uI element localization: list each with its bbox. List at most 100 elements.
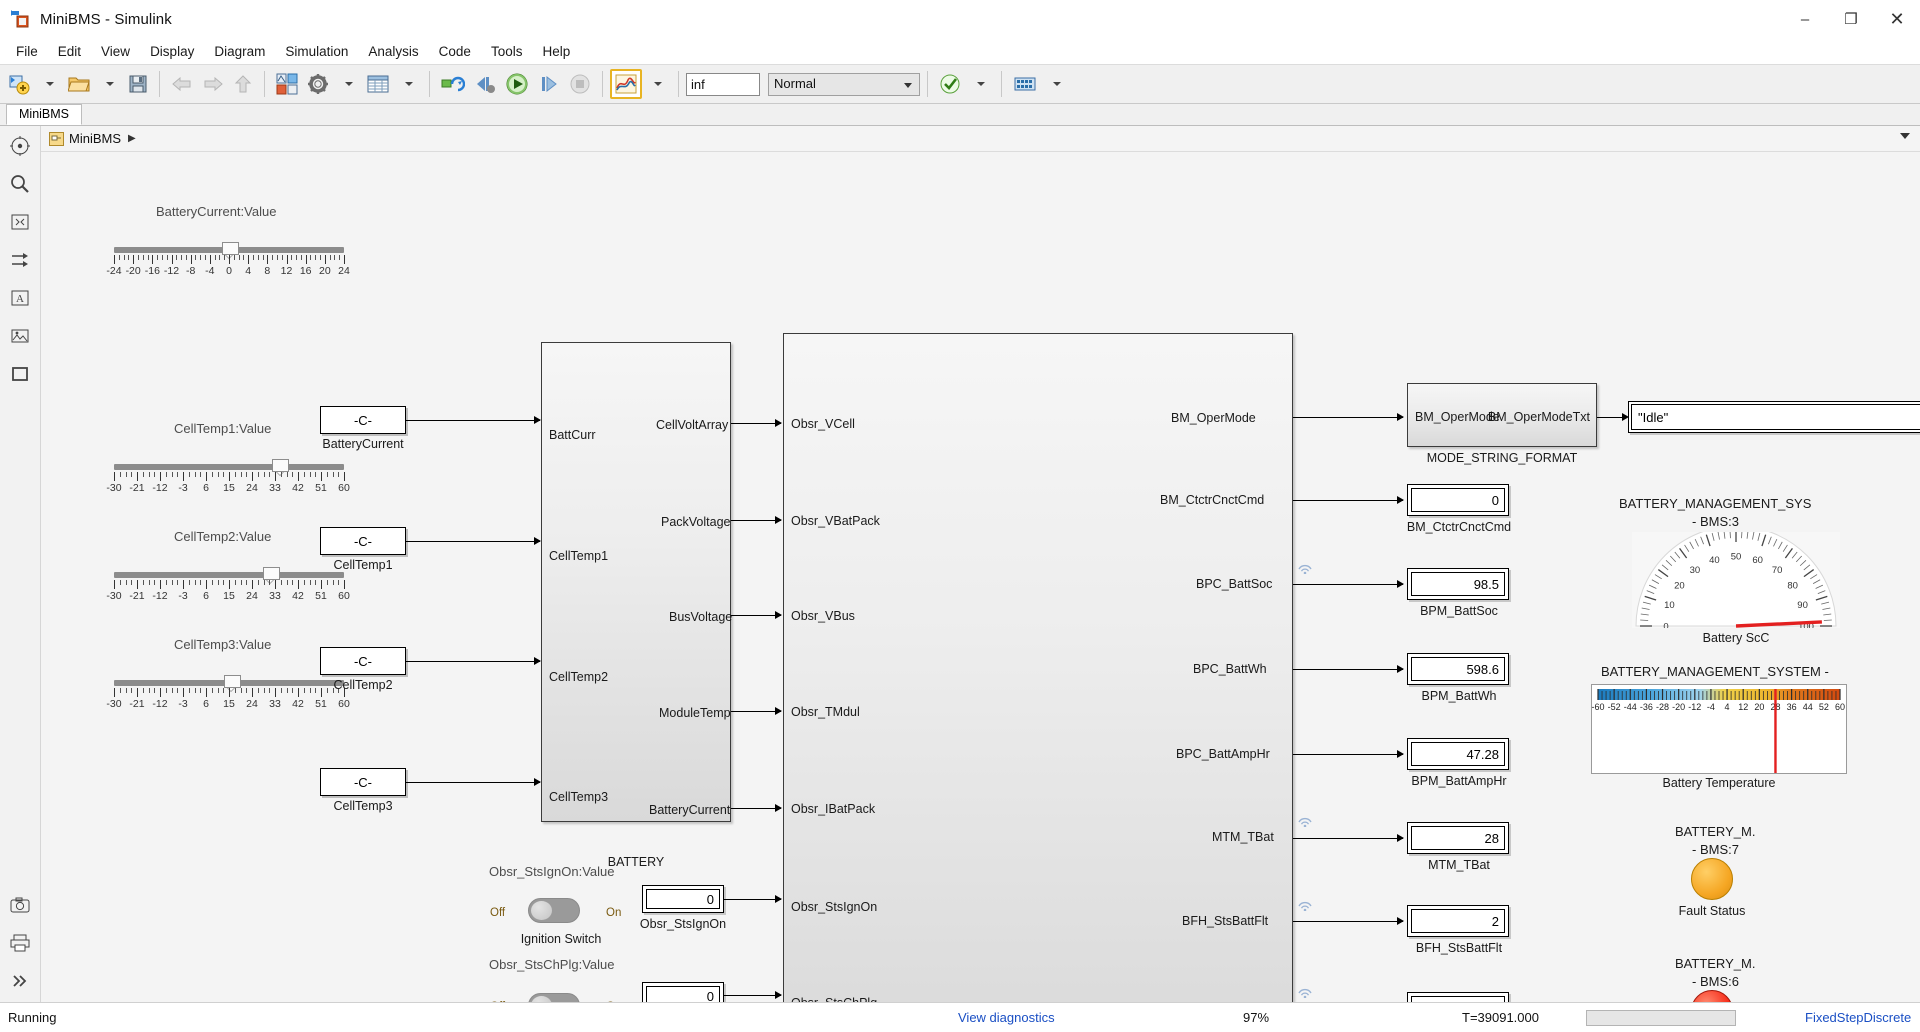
step-forward-button[interactable] <box>534 69 564 99</box>
slider-tick-label: 16 <box>300 265 312 277</box>
constant-block-cell-temp1[interactable]: -C- <box>320 527 406 555</box>
display-bfh-stsbattflt[interactable]: 2 <box>1407 905 1509 937</box>
fit-to-view-icon[interactable] <box>7 209 33 235</box>
stop-button[interactable] <box>565 69 595 99</box>
image-icon[interactable] <box>7 323 33 349</box>
toggle-thumb[interactable] <box>530 995 553 1002</box>
battery-input-battcurr: BattCurr <box>549 428 596 442</box>
constant-block-battery-current[interactable]: -C- <box>320 406 406 434</box>
wire-celltemp2 <box>406 661 540 662</box>
display-bpm-battamphr[interactable]: 47.28 <box>1407 738 1509 770</box>
battery-soc-gauge: 0102030405060708090100 <box>1632 532 1840 628</box>
library-browser-button[interactable] <box>272 69 302 99</box>
menu-file[interactable]: File <box>6 41 48 62</box>
wire-arrow <box>1397 917 1404 925</box>
charge-plug-toggle[interactable] <box>528 993 580 1002</box>
model-configuration-gear-icon[interactable] <box>303 69 333 99</box>
build-model-dropdown[interactable] <box>1042 69 1070 99</box>
model-explorer-dropdown[interactable] <box>394 69 422 99</box>
slider-tick-label: -24 <box>106 265 121 277</box>
update-model-button[interactable] <box>437 69 469 99</box>
open-folder-button[interactable] <box>64 69 94 99</box>
slider-tick-label: 51 <box>315 698 327 710</box>
display-obsr-stsignon[interactable]: 0 <box>642 885 724 913</box>
check-model-button[interactable] <box>935 69 965 99</box>
maximize-button[interactable]: ❐ <box>1828 0 1874 38</box>
tab-minibms[interactable]: MiniBMS <box>6 104 82 125</box>
view-diagnostics-link[interactable]: View diagnostics <box>958 1010 1055 1025</box>
menu-diagram[interactable]: Diagram <box>204 41 275 62</box>
new-model-button[interactable] <box>4 69 34 99</box>
data-inspector-dropdown[interactable] <box>643 69 671 99</box>
toolbar: Normal <box>0 64 1920 104</box>
menu-analysis[interactable]: Analysis <box>358 41 428 62</box>
wire-obsr-vcell <box>731 423 781 424</box>
ignition-switch-toggle[interactable] <box>528 898 580 923</box>
menu-help[interactable]: Help <box>532 41 580 62</box>
back-button[interactable] <box>167 69 197 99</box>
display-mtm-tbat[interactable]: 28 <box>1407 822 1509 854</box>
save-button[interactable] <box>124 69 152 99</box>
auto-arrange-icon[interactable] <box>7 247 33 273</box>
zoom-find-icon[interactable] <box>7 171 33 197</box>
slider-ticks <box>114 472 344 481</box>
bms-input-obsr-tmdul: Obsr_TMdul <box>791 705 860 719</box>
menu-code[interactable]: Code <box>429 41 481 62</box>
menu-edit[interactable]: Edit <box>48 41 91 62</box>
build-model-button[interactable] <box>1009 69 1041 99</box>
display-label-bpm-battwh: BPM_BattWh <box>1387 689 1531 703</box>
wire-arrow <box>1397 496 1404 504</box>
wire-obsr-ibatpack <box>731 808 781 809</box>
model-configuration-dropdown[interactable] <box>334 69 362 99</box>
slider-tick-label: -3 <box>178 482 187 494</box>
open-dropdown[interactable] <box>95 69 123 99</box>
stop-time-input[interactable] <box>686 73 760 96</box>
print-icon[interactable] <box>7 930 33 956</box>
slider-tick-label: 51 <box>315 482 327 494</box>
up-to-parent-button[interactable] <box>229 69 257 99</box>
close-button[interactable]: ✕ <box>1874 0 1920 38</box>
minimize-button[interactable]: – <box>1782 0 1828 38</box>
navigate-icon[interactable] <box>7 133 33 159</box>
simulation-mode-select[interactable]: Normal <box>768 73 920 96</box>
menu-tools[interactable]: Tools <box>481 41 533 62</box>
data-inspector-button[interactable] <box>610 69 642 99</box>
slider-tick-label: -8 <box>186 265 195 277</box>
display-obsr-stschplg[interactable]: 0 <box>642 982 724 1002</box>
run-button[interactable] <box>501 69 533 99</box>
display-bpm-battsoc[interactable]: 98.5 <box>1407 568 1509 600</box>
toggle-title-ignition: Obsr_StsIgnOn:Value <box>489 864 615 879</box>
constant-block-cell-temp2[interactable]: -C- <box>320 647 406 675</box>
constant-block-cell-temp3[interactable]: -C- <box>320 768 406 796</box>
menu-display[interactable]: Display <box>140 41 204 62</box>
fault-lamp-title-line2: - BMS:7 <box>1692 842 1739 857</box>
wire-arrow <box>1397 834 1404 842</box>
forward-button[interactable] <box>198 69 228 99</box>
slider-tick-label: 42 <box>292 698 304 710</box>
slider-tick-label: -30 <box>106 698 121 710</box>
bms-output-bpc-battwh: BPC_BattWh <box>1193 662 1267 676</box>
check-model-dropdown[interactable] <box>966 69 994 99</box>
display-mode-text[interactable]: "Idle" <box>1628 401 1920 433</box>
expand-panel-icon[interactable] <box>7 968 33 994</box>
display-bm-stsctctrcnct[interactable]: 0 <box>1407 992 1509 1002</box>
new-model-dropdown[interactable] <box>35 69 63 99</box>
battery-subsystem-block[interactable] <box>541 342 731 822</box>
toggle-thumb[interactable] <box>530 900 553 921</box>
mode-string-format-block[interactable]: BM_OperMode BM_OperModeTxt <box>1407 383 1597 447</box>
slider-tick-label: -30 <box>106 590 121 602</box>
display-bm-ctctrcnctcmd[interactable]: 0 <box>1407 484 1509 516</box>
status-state: Running <box>8 1010 56 1025</box>
annotation-icon[interactable]: A <box>7 285 33 311</box>
step-back-button[interactable] <box>470 69 500 99</box>
menu-view[interactable]: View <box>91 41 140 62</box>
breadcrumb-root[interactable]: MiniBMS <box>69 131 121 146</box>
breadcrumb-expand-icon[interactable] <box>1900 133 1910 139</box>
menu-simulation[interactable]: Simulation <box>275 41 358 62</box>
area-icon[interactable] <box>7 361 33 387</box>
camera-icon[interactable] <box>7 892 33 918</box>
wire-arrow <box>534 657 541 665</box>
model-explorer-button[interactable] <box>363 69 393 99</box>
display-bpm-battwh[interactable]: 598.6 <box>1407 653 1509 685</box>
model-canvas[interactable]: BatteryCurrent:Value -24-20-16-12-8-4048… <box>41 152 1920 1002</box>
